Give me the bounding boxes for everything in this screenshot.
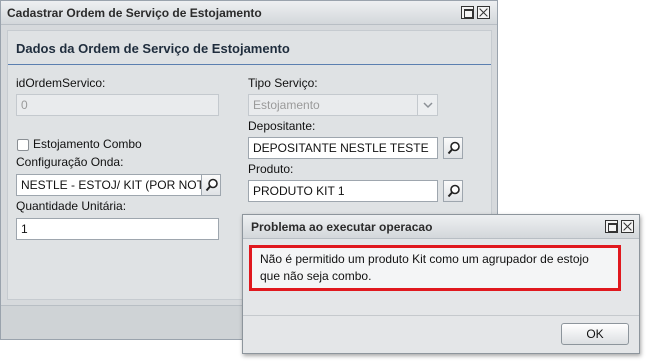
close-icon[interactable] [477,6,490,19]
id-ordem-servico-label: idOrdemServico: [16,76,106,90]
tipo-servico-select: Estojamento [248,94,438,116]
configuracao-onda-lookup-button[interactable] [201,174,221,196]
magnifier-icon [447,141,460,155]
tipo-servico-label: Tipo Serviço: [248,76,318,90]
produto-lookup-button[interactable] [443,180,463,202]
window-title: Cadastrar Ordem de Serviço de Estojament… [7,6,262,20]
ok-button[interactable]: OK [561,323,629,345]
quantidade-unitaria-label: Quantidade Unitária: [16,199,127,213]
produto-label: Produto: [248,162,294,176]
estojamento-combo-label[interactable]: Estojamento Combo [33,137,142,151]
close-icon[interactable] [621,220,634,233]
quantidade-unitaria-field[interactable]: 1 [16,218,219,240]
tipo-servico-value: Estojamento [253,98,320,112]
error-message: Não é permitido um produto Kit como um a… [249,245,621,291]
dialog-titlebar[interactable]: Problema ao executar operacao [243,215,639,239]
magnifier-icon [205,178,218,192]
maximize-icon[interactable] [605,220,618,233]
estojamento-combo-checkbox[interactable] [17,139,29,151]
produto-field[interactable]: PRODUTO KIT 1 [248,180,438,202]
magnifier-icon [447,184,460,198]
maximize-icon[interactable] [461,6,474,19]
section-divider [8,64,491,65]
configuracao-onda-label: Configuração Onda: [16,155,124,169]
dialog-divider [243,315,639,316]
error-dialog: Problema ao executar operacao Não é perm… [242,214,640,354]
depositante-lookup-button[interactable] [443,137,463,159]
section-title: Dados da Ordem de Serviço de Estojamento [16,41,290,56]
dialog-title: Problema ao executar operacao [251,220,433,234]
configuracao-onda-field[interactable]: NESTLE - ESTOJ/ KIT (POR NOTA [16,174,202,196]
window-titlebar[interactable]: Cadastrar Ordem de Serviço de Estojament… [1,1,497,25]
id-ordem-servico-field: 0 [16,94,219,116]
chevron-down-icon [417,95,437,115]
depositante-field[interactable]: DEPOSITANTE NESTLE TESTE [248,137,438,159]
depositante-label: Depositante: [248,119,316,133]
